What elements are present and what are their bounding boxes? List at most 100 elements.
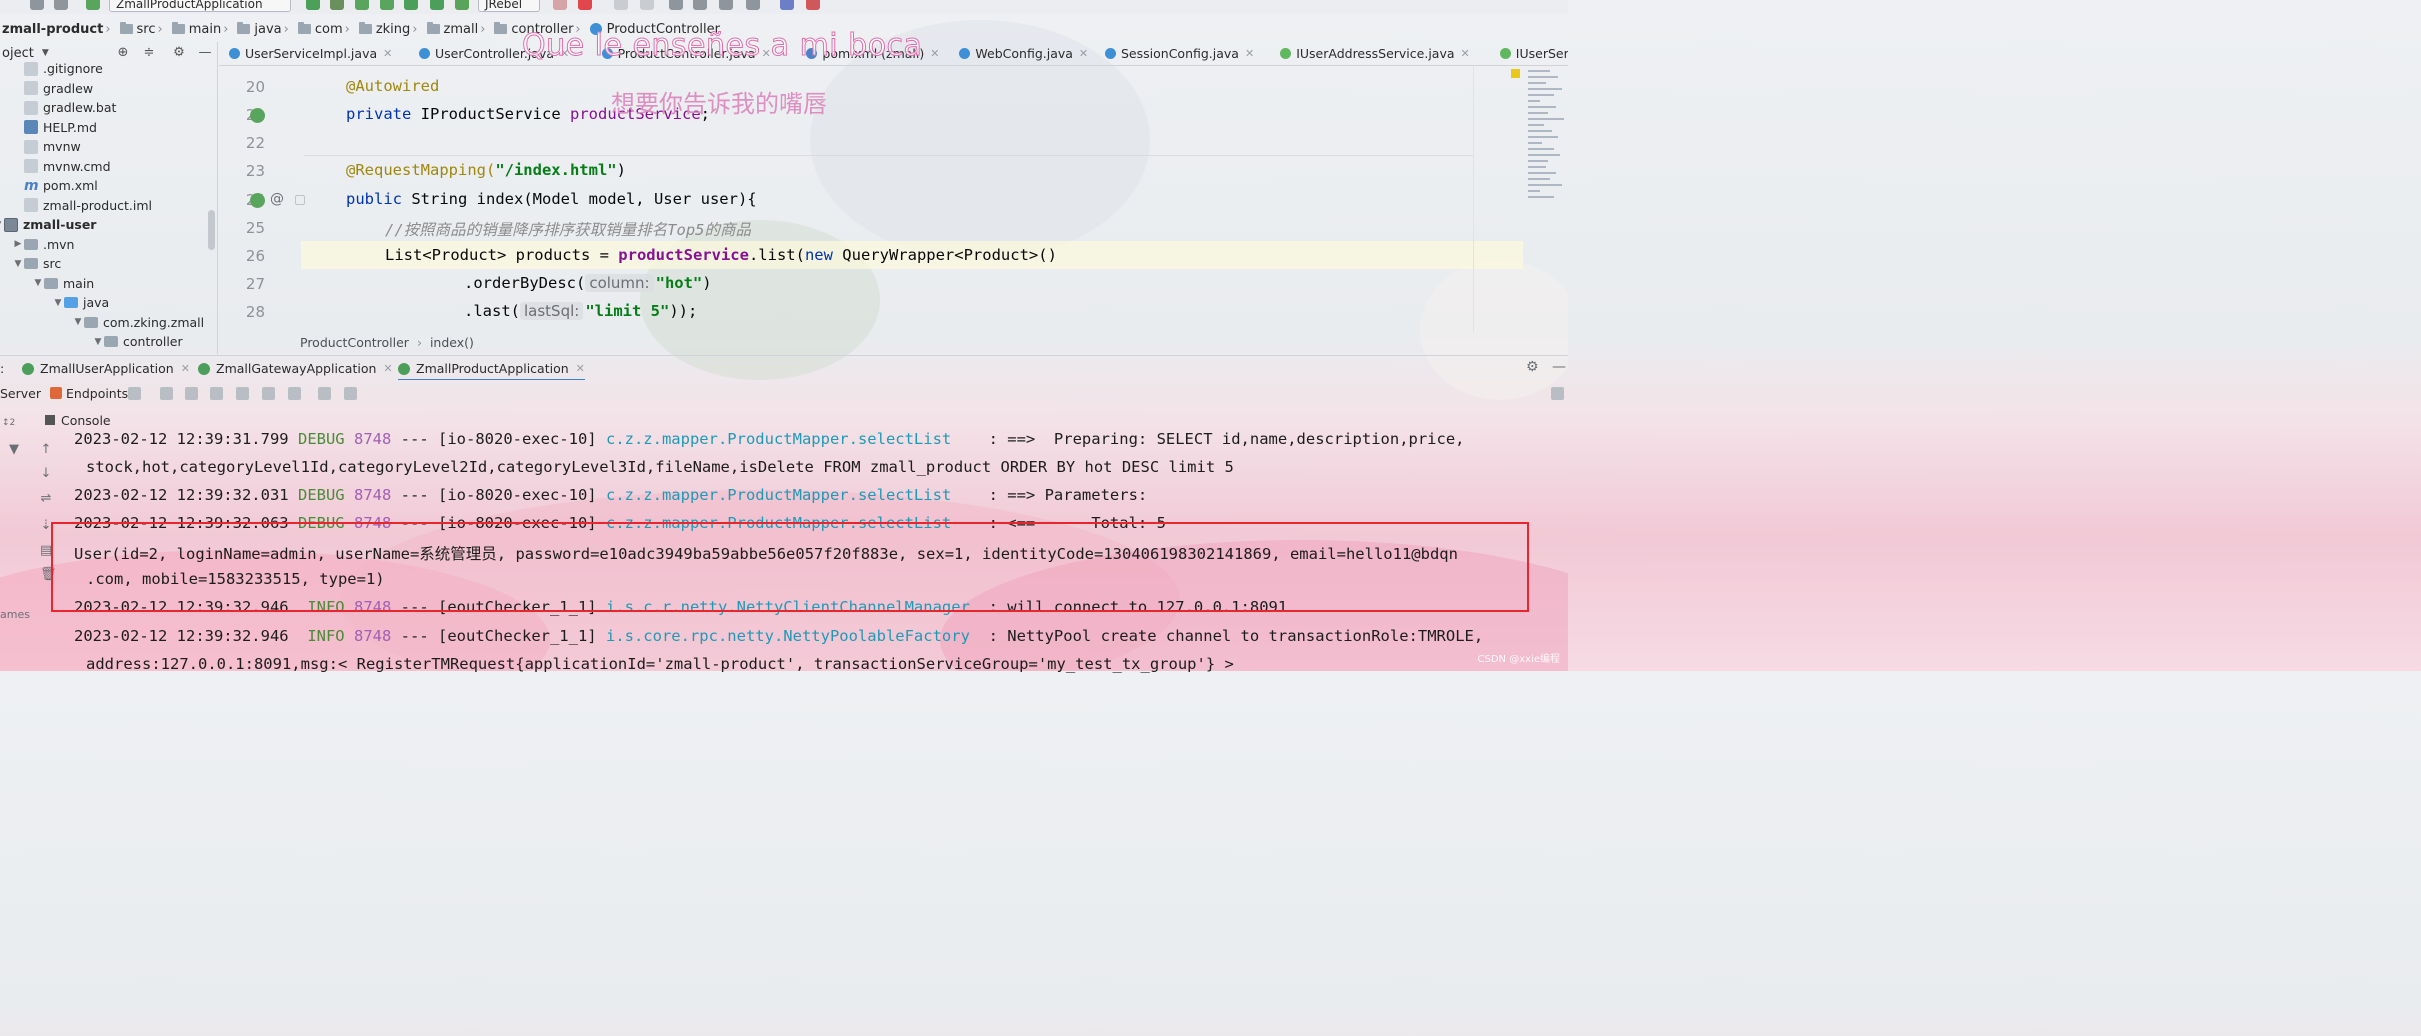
chevron-down-icon[interactable]: ▼ [42, 48, 49, 58]
chevron-down-icon[interactable]: ▼ [12, 259, 24, 269]
filter-icon[interactable]: ▼ [8, 443, 20, 456]
log-logger[interactable]: c.z.z.mapper.ProductMapper.selectList [606, 430, 951, 448]
breadcrumb-method[interactable]: index() [430, 335, 474, 350]
chevron-down-icon[interactable]: ▼ [72, 317, 84, 327]
sort-icon[interactable]: ↕2 [2, 417, 15, 429]
editor-tab[interactable]: UserServiceImpl.java ✕ [229, 46, 392, 61]
coverage-icon[interactable] [355, 0, 369, 10]
build-icon[interactable] [86, 0, 100, 10]
soft-wrap-icon[interactable]: ⇌ [40, 492, 52, 505]
editor-tab[interactable]: IUserAddressService.java ✕ [1280, 46, 1470, 61]
download-icon[interactable] [185, 387, 198, 400]
translate-alt-icon[interactable] [806, 0, 820, 10]
run-tab-user[interactable]: ZmallUserApplication ✕ [22, 361, 190, 376]
list-icon[interactable] [128, 387, 141, 400]
chevron-down-icon[interactable]: ▼ [52, 298, 64, 308]
bean-injection-icon[interactable] [250, 108, 265, 123]
layout-icon[interactable] [719, 0, 733, 10]
jrebel-debug-icon[interactable] [430, 0, 444, 10]
server-label[interactable]: Server [0, 386, 41, 401]
locate-icon[interactable]: ⊕ [116, 46, 130, 60]
close-icon[interactable]: ✕ [576, 362, 585, 375]
arrow-down-icon[interactable]: ↓ [40, 467, 52, 480]
tree-item[interactable]: ▼ main [32, 274, 95, 294]
breadcrumb-item[interactable]: com › [297, 22, 355, 37]
stop-icon[interactable] [578, 0, 592, 10]
breadcrumb-item[interactable]: main › [171, 22, 234, 37]
tree-item[interactable]: gradlew.bat [24, 98, 116, 118]
log-logger[interactable]: c.z.z.mapper.ProductMapper.selectList [606, 486, 951, 504]
hide-panel-icon[interactable]: — [1552, 359, 1566, 375]
chevron-right-icon[interactable]: ▶ [12, 239, 24, 249]
search-icon[interactable] [746, 0, 760, 10]
upload-alt-icon[interactable] [262, 387, 275, 400]
jrebel-select[interactable]: JRebel [478, 0, 540, 12]
breadcrumb-item[interactable]: ProductController [589, 22, 720, 37]
debug-icon[interactable] [330, 0, 344, 10]
layout-icon[interactable] [1551, 387, 1564, 400]
project-structure-icon[interactable] [693, 0, 707, 10]
close-icon[interactable]: ✕ [1079, 47, 1088, 60]
run-config-select[interactable]: ZmallProductApplication [109, 0, 291, 12]
tree-item[interactable]: mvnw [24, 137, 81, 157]
forward-icon[interactable] [54, 0, 68, 10]
chevron-down-icon[interactable]: ▼ [92, 337, 104, 347]
chevron-down-icon[interactable]: ▼ [32, 278, 44, 288]
jrebel-attach-icon[interactable] [455, 0, 469, 10]
breadcrumb-item[interactable]: controller › [494, 22, 585, 37]
close-icon[interactable]: ✕ [383, 47, 392, 60]
breadcrumb-item[interactable]: java › [237, 22, 293, 37]
tree-item[interactable]: zmall-product.iml [24, 196, 152, 216]
editor-tab[interactable]: pom.xml (zmall) ✕ [806, 46, 939, 61]
collapse-icon[interactable] [160, 387, 173, 400]
filter-icon[interactable] [344, 387, 357, 400]
breadcrumb-item[interactable]: src › [119, 22, 168, 37]
jrebel-run-icon[interactable] [404, 0, 418, 10]
close-icon[interactable]: ✕ [1461, 47, 1470, 60]
fold-icon[interactable] [295, 195, 305, 205]
tree-item[interactable]: gradlew [24, 79, 93, 99]
annotation-icon[interactable]: @ [270, 192, 285, 207]
console-tab[interactable]: Console [30, 410, 111, 430]
editor-tab[interactable]: ProductController.java ✕ [601, 46, 771, 61]
tree-item[interactable]: .gitignore [24, 59, 103, 79]
translate-icon[interactable] [780, 0, 794, 10]
tree-item[interactable]: ▼ java [52, 293, 110, 313]
breadcrumb-item[interactable]: zmall-product › [2, 22, 116, 37]
editor-tab[interactable]: WebConfig.java ✕ [959, 46, 1088, 61]
code-editor[interactable]: 20 21 22 23 24 25 26 27 28 @ @Autowired … [219, 67, 1568, 332]
editor-tab[interactable]: SessionConfig.java ✕ [1105, 46, 1254, 61]
tree-item[interactable]: ▶ .mvn [12, 235, 75, 255]
update-icon[interactable] [553, 0, 567, 10]
collapse-all-icon[interactable]: ≑ [142, 46, 156, 60]
breadcrumb-class[interactable]: ProductController [300, 335, 409, 350]
arrow-up-icon[interactable]: ↑ [40, 443, 52, 456]
close-icon[interactable]: ✕ [762, 47, 771, 60]
editor-tab[interactable]: UserController.java ✕ [419, 46, 569, 61]
close-icon[interactable]: ✕ [181, 362, 190, 375]
breadcrumb-item[interactable]: zmall › [426, 22, 491, 37]
tree-item[interactable]: HELP.md [24, 118, 97, 138]
tree-item[interactable]: m pom.xml [24, 176, 98, 196]
tree-item[interactable]: ▼ src [12, 254, 62, 274]
settings-wrench-icon[interactable] [669, 0, 683, 10]
pin-icon[interactable] [288, 387, 301, 400]
hide-panel-icon[interactable]: — [198, 46, 212, 60]
vcs-push-icon[interactable] [640, 0, 654, 10]
project-scrollbar[interactable] [208, 210, 215, 250]
close-icon[interactable]: ✕ [560, 47, 569, 60]
endpoints-tab[interactable]: Endpoints [66, 386, 128, 401]
tree-item[interactable]: ▼ com.zking.zmall [72, 313, 205, 333]
table-icon[interactable] [318, 387, 331, 400]
run-tab-gateway[interactable]: ZmallGatewayApplication ✕ [198, 361, 393, 376]
gear-icon[interactable]: ⚙ [172, 46, 186, 60]
close-icon[interactable]: ✕ [930, 47, 939, 60]
tree-item[interactable]: ▼ controller [92, 332, 183, 352]
back-icon[interactable] [30, 0, 44, 10]
editor-tab[interactable]: IUserService.java✕ [1499, 46, 1568, 61]
code-minimap[interactable] [1511, 66, 1568, 216]
close-icon[interactable]: ✕ [1245, 47, 1254, 60]
request-mapping-icon[interactable] [250, 193, 265, 208]
run-icon[interactable] [306, 0, 320, 10]
run-tab-product[interactable]: ZmallProductApplication ✕ [398, 361, 585, 380]
